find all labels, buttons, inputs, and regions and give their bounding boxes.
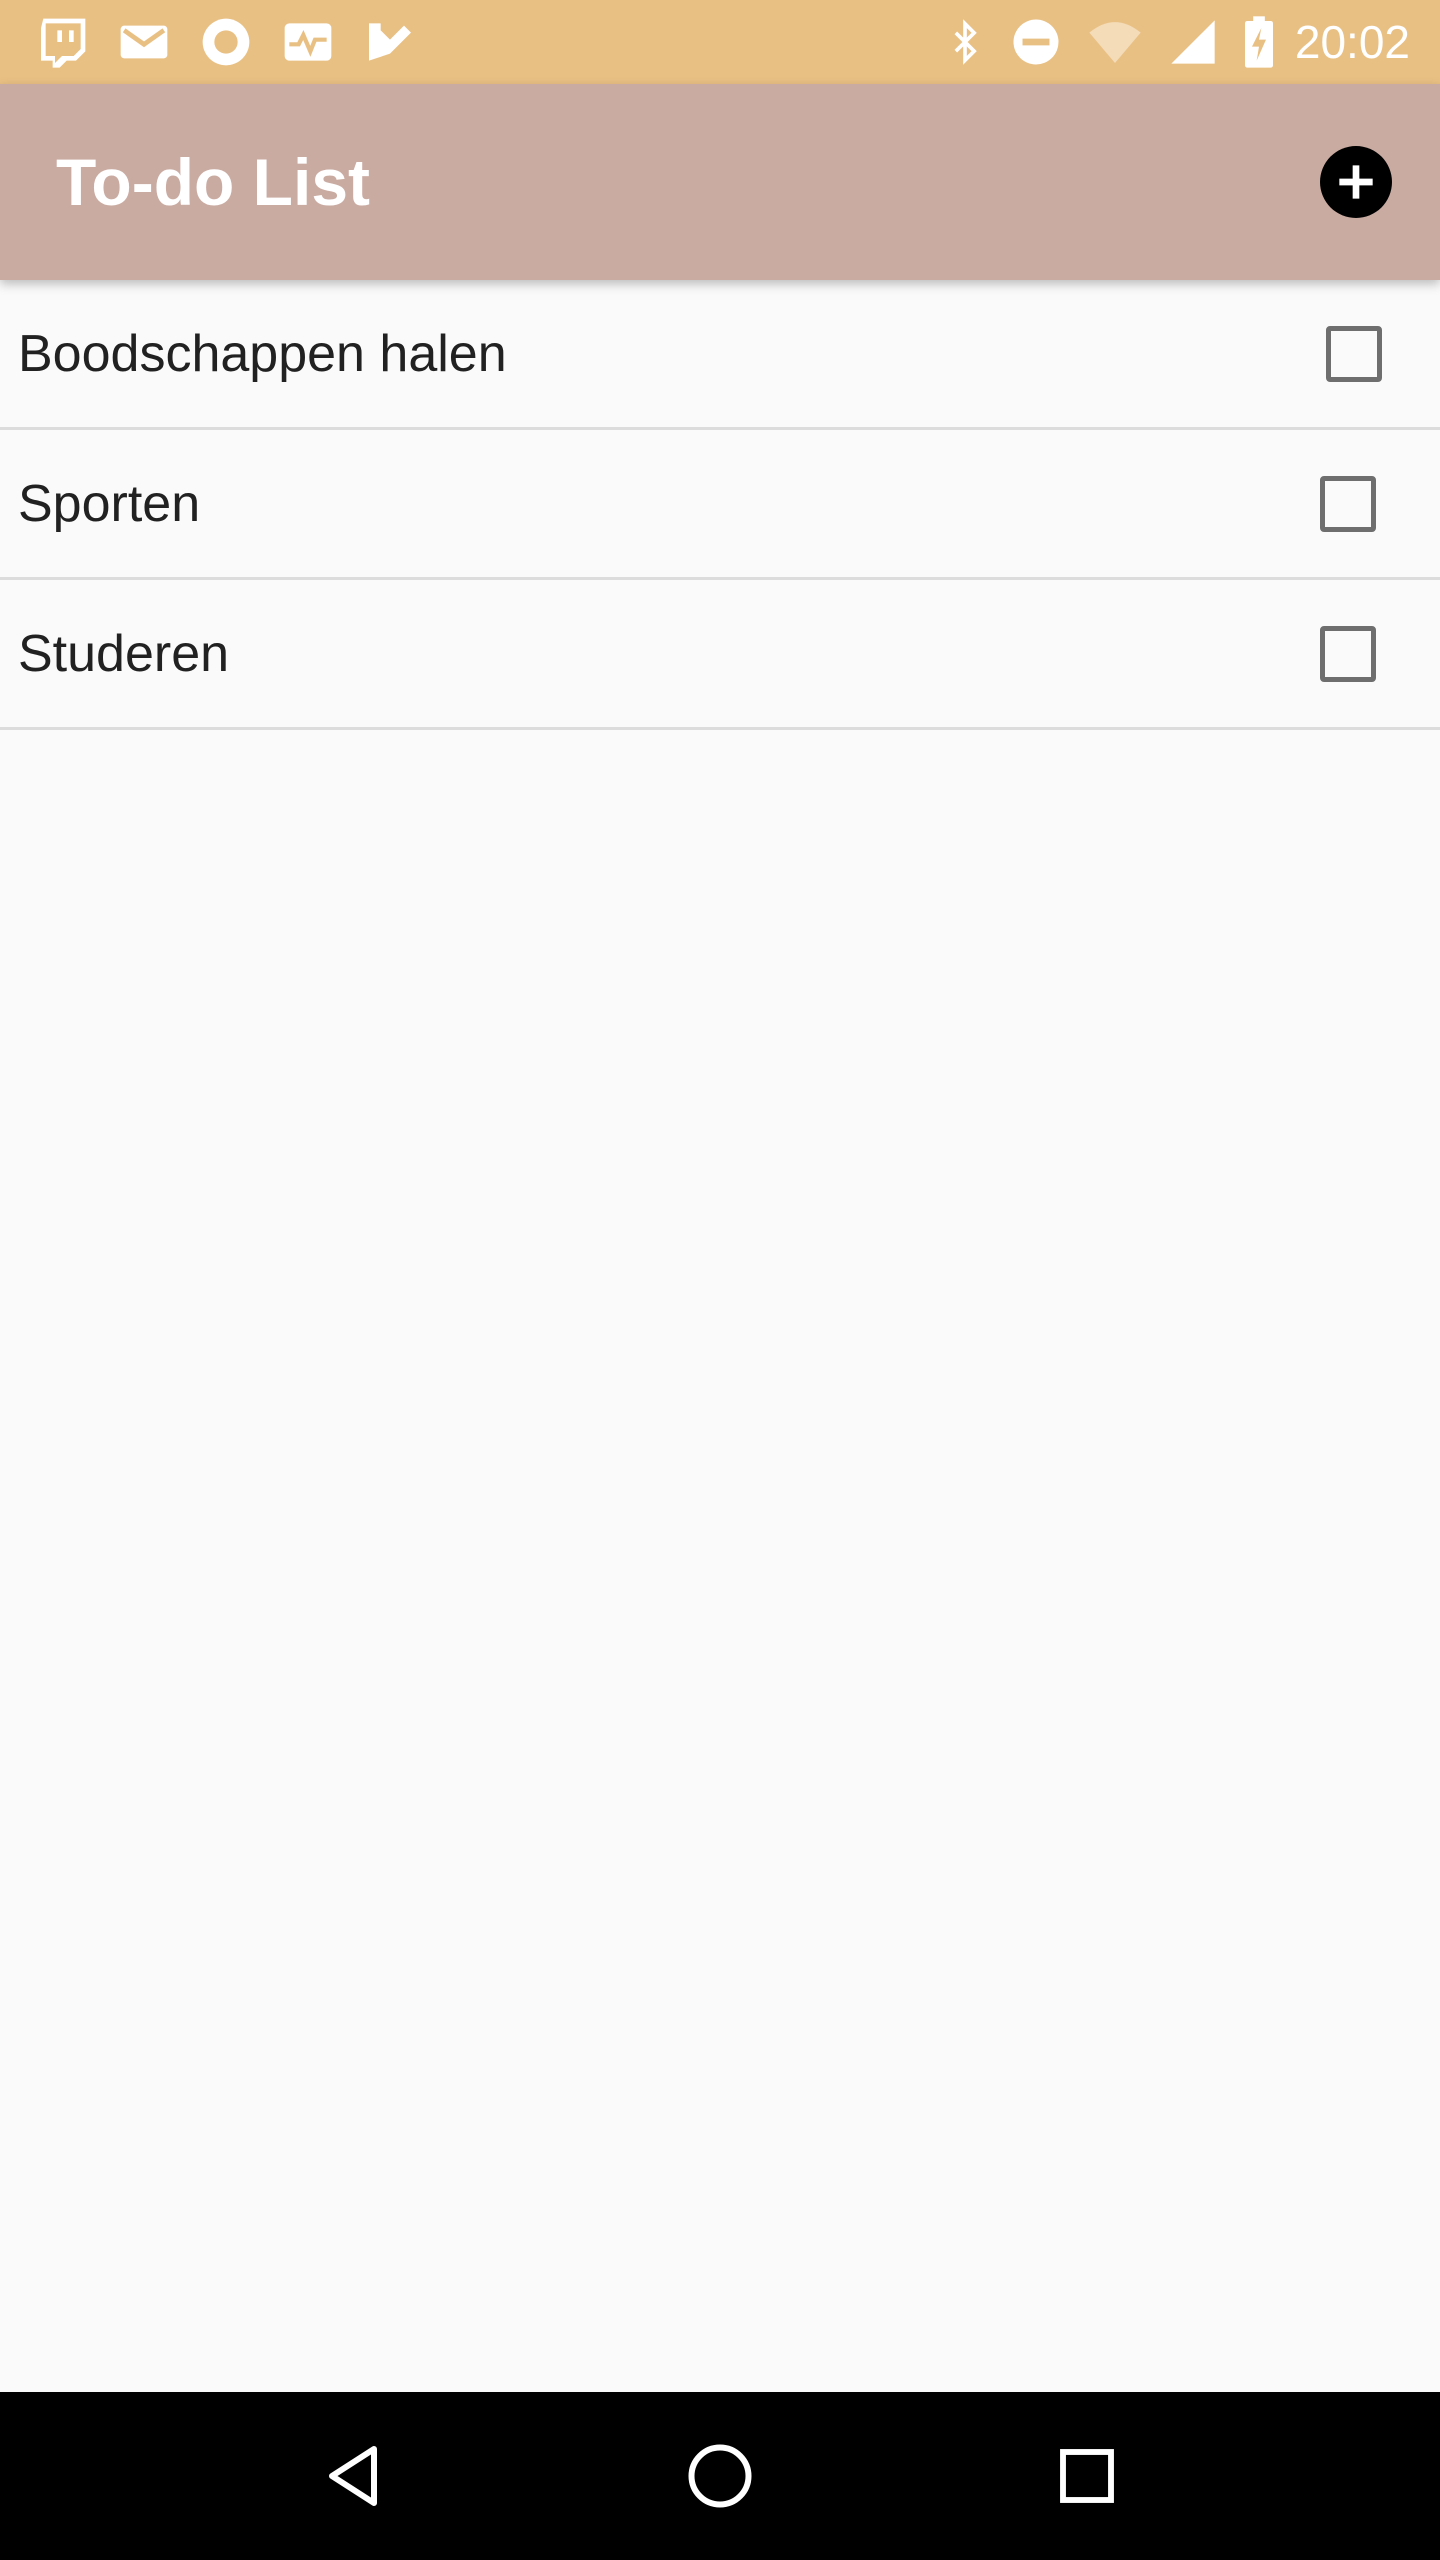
back-icon bbox=[329, 2446, 378, 2506]
app-bar: To-do List bbox=[0, 84, 1440, 280]
tasks-check-icon bbox=[362, 14, 418, 70]
do-not-disturb-icon bbox=[1009, 15, 1063, 69]
todo-item[interactable]: Sporten bbox=[0, 430, 1440, 580]
add-todo-button[interactable] bbox=[1320, 146, 1392, 218]
system-nav-bar bbox=[0, 2392, 1440, 2560]
recents-button[interactable] bbox=[1027, 2416, 1147, 2536]
todo-list: Boodschappen halen Sporten Studeren bbox=[0, 280, 1440, 730]
twitch-icon bbox=[34, 14, 90, 70]
todo-checkbox[interactable] bbox=[1320, 475, 1376, 532]
battery-charging-icon bbox=[1241, 14, 1277, 70]
todo-item-label: Studeren bbox=[18, 624, 230, 683]
cellular-signal-icon bbox=[1167, 14, 1219, 70]
gmail-icon bbox=[116, 14, 172, 70]
home-icon bbox=[688, 2444, 752, 2508]
back-button[interactable] bbox=[293, 2416, 413, 2536]
todo-checkbox[interactable] bbox=[1326, 325, 1382, 382]
todo-item-label: Sporten bbox=[18, 474, 201, 533]
status-system: 20:02 bbox=[921, 14, 1410, 70]
todo-item[interactable]: Boodschappen halen bbox=[0, 280, 1440, 430]
bluetooth-icon bbox=[943, 14, 987, 70]
status-notifications bbox=[34, 14, 444, 70]
circle-app-icon bbox=[198, 14, 254, 70]
home-button[interactable] bbox=[660, 2416, 780, 2536]
page-title: To-do List bbox=[56, 145, 371, 219]
todo-item-label: Boodschappen halen bbox=[18, 324, 507, 383]
plus-icon bbox=[1339, 165, 1373, 199]
status-time: 20:02 bbox=[1294, 16, 1410, 68]
recents-icon bbox=[1059, 2449, 1114, 2503]
pulse-icon bbox=[280, 14, 336, 70]
status-bar: 20:02 bbox=[0, 0, 1440, 84]
todo-checkbox[interactable] bbox=[1320, 625, 1376, 682]
todo-item[interactable]: Studeren bbox=[0, 580, 1440, 730]
wifi-icon bbox=[1085, 14, 1145, 70]
